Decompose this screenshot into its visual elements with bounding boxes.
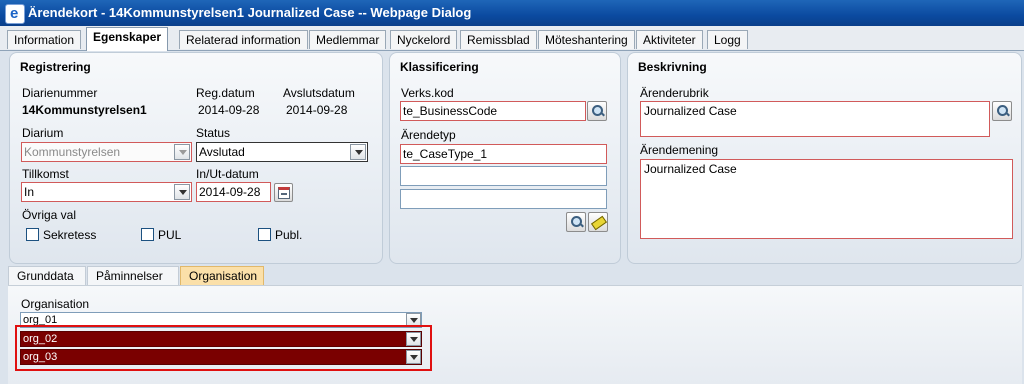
tab-medlemmar[interactable]: Medlemmar: [309, 30, 387, 49]
inut-value: 2014-09-28: [199, 185, 261, 199]
subtab-organisation[interactable]: Organisation: [180, 266, 264, 285]
tab-aktiviteter[interactable]: Aktiviteter: [636, 30, 703, 49]
regdatum-label: Reg.datum: [196, 86, 255, 100]
klassificering-title: Klassificering: [400, 60, 479, 74]
organisation-label: Organisation: [21, 297, 90, 311]
arendetyp-extra-field-2[interactable]: [400, 189, 607, 209]
status-select[interactable]: Avslutad: [196, 142, 368, 162]
tab-nyckelord[interactable]: Nyckelord: [390, 30, 458, 49]
inut-date-field[interactable]: 2014-09-28: [196, 182, 271, 202]
arendemening-textarea[interactable]: Journalized Case: [640, 159, 1013, 239]
tab-moteshantering[interactable]: Möteshantering: [538, 30, 635, 49]
eraser-icon[interactable]: [588, 212, 608, 232]
regdatum-value: 2014-09-28: [198, 103, 260, 117]
diarium-label: Diarium: [22, 126, 64, 140]
diarienummer-label: Diarienummer: [22, 86, 98, 100]
chevron-down-icon: [174, 144, 190, 160]
arenderubrik-textarea[interactable]: Journalized Case: [640, 101, 990, 137]
subtab-grunddata[interactable]: Grunddata: [8, 266, 86, 285]
pul-label: PUL: [158, 228, 182, 242]
tab-logg[interactable]: Logg: [707, 30, 748, 49]
ovriga-val-label: Övriga val: [22, 208, 77, 222]
arendetyp-value: te_CaseType_1: [403, 147, 488, 161]
verkskod-value: te_BusinessCode: [403, 104, 498, 118]
diarium-select: Kommunstyrelsen: [21, 142, 192, 162]
tillkomst-select[interactable]: In: [21, 182, 192, 202]
verkskod-field[interactable]: te_BusinessCode: [400, 101, 586, 121]
diarium-value: Kommunstyrelsen: [24, 145, 121, 159]
inut-label: In/Ut-datum: [196, 167, 259, 181]
status-label: Status: [196, 126, 231, 140]
verkskod-search-icon[interactable]: [587, 101, 607, 121]
window-title: Ärendekort - 14Kommunstyrelsen1 Journali…: [28, 5, 472, 20]
arenderubrik-value: Journalized Case: [644, 104, 737, 118]
pul-checkbox[interactable]: [141, 228, 154, 241]
publ-label: Publ.: [275, 228, 303, 242]
tab-remissblad[interactable]: Remissblad: [460, 30, 537, 49]
arenderubrik-search-icon[interactable]: [992, 101, 1012, 121]
avslutsdatum-label: Avslutsdatum: [283, 86, 355, 100]
sekretess-checkbox[interactable]: [26, 228, 39, 241]
publ-checkbox[interactable]: [258, 228, 271, 241]
main-tabbar: Information Egenskaper Relaterad informa…: [0, 26, 1024, 51]
subtab-paminnelser[interactable]: Påminnelser: [87, 266, 179, 285]
verkskod-label: Verks.kod: [401, 86, 454, 100]
arenderubrik-label: Ärenderubrik: [640, 86, 709, 100]
arendemening-value: Journalized Case: [644, 162, 737, 176]
beskrivning-title: Beskrivning: [638, 60, 707, 74]
chevron-down-icon[interactable]: [350, 144, 366, 160]
ie-app-icon: [5, 1, 25, 27]
tillkomst-value: In: [24, 185, 35, 199]
arendemening-label: Ärendemening: [640, 143, 719, 157]
tab-information[interactable]: Information: [7, 30, 82, 49]
status-value: Avslutad: [199, 145, 245, 159]
calendar-icon[interactable]: [274, 183, 293, 202]
arendetyp-label: Ärendetyp: [401, 128, 456, 142]
arendetyp-search-icon[interactable]: [566, 212, 586, 232]
tab-relaterad-information[interactable]: Relaterad information: [179, 30, 308, 49]
arendetyp-field[interactable]: te_CaseType_1: [400, 144, 607, 164]
arendetyp-extra-field-1[interactable]: [400, 166, 607, 186]
diarienummer-value: 14Kommunstyrelsen1: [22, 103, 147, 117]
avslutsdatum-value: 2014-09-28: [286, 103, 348, 117]
registrering-title: Registrering: [20, 60, 91, 74]
sekretess-label: Sekretess: [43, 228, 97, 242]
tab-egenskaper[interactable]: Egenskaper: [86, 27, 169, 51]
tillkomst-label: Tillkomst: [22, 167, 69, 181]
chevron-down-icon[interactable]: [174, 184, 190, 200]
window-titlebar: Ärendekort - 14Kommunstyrelsen1 Journali…: [0, 0, 1024, 27]
selection-highlight-box: [15, 325, 432, 371]
